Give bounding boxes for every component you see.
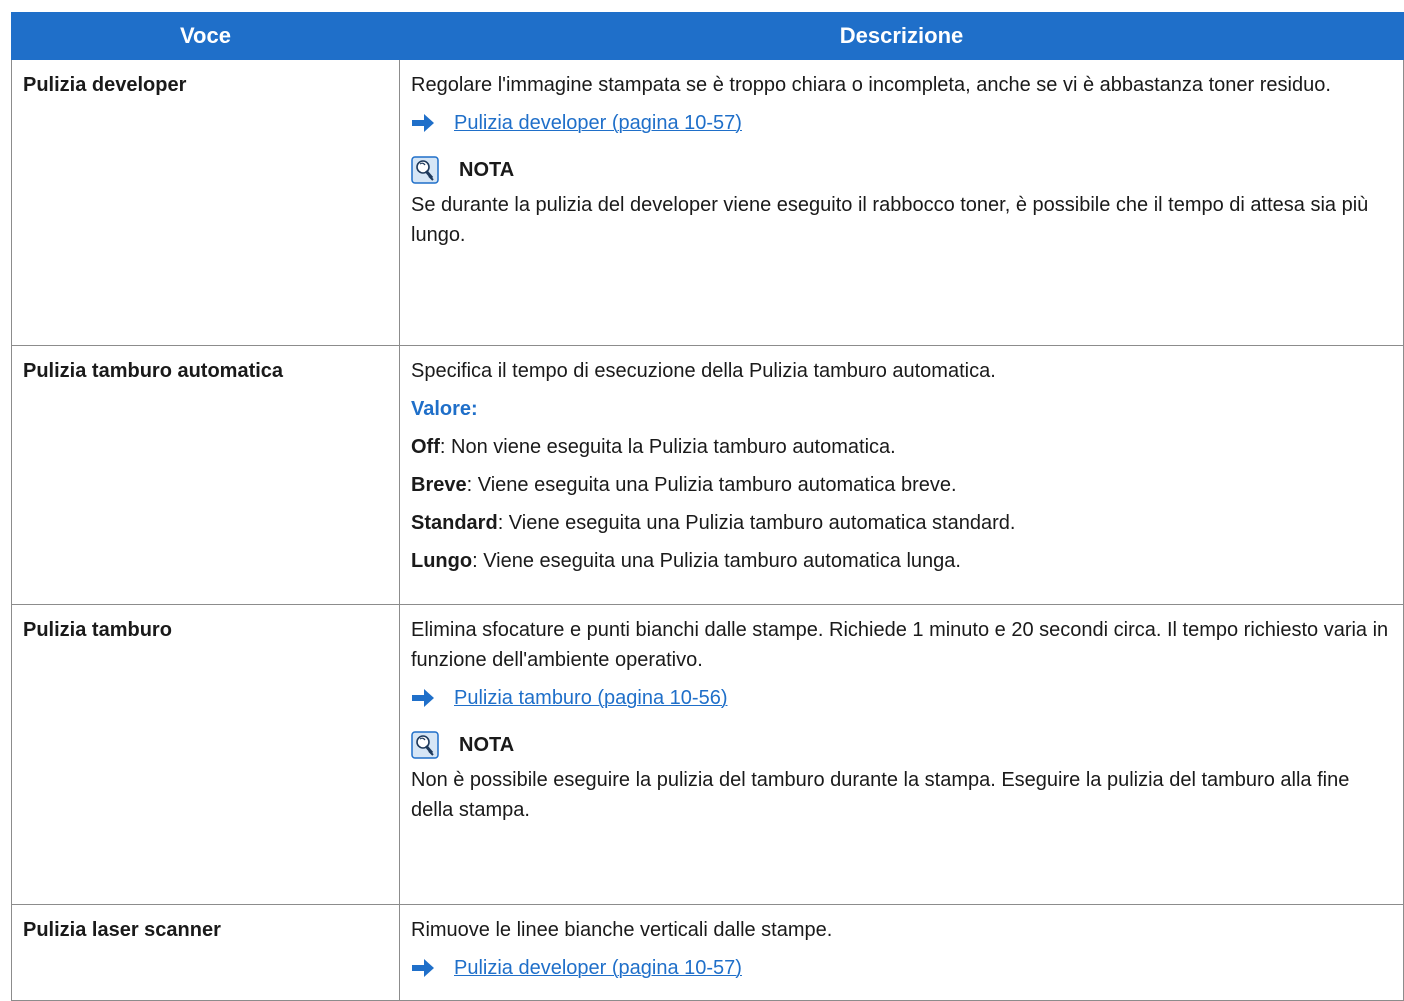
item-description: Rimuove le linee bianche verticali dalle… xyxy=(399,904,1404,1001)
note-bulb-icon xyxy=(411,156,439,184)
value-option: Breve: Viene eseguita una Pulizia tambur… xyxy=(411,470,1393,500)
item-name: Pulizia tamburo automatica xyxy=(11,345,400,605)
reference-link[interactable]: Pulizia tamburo (pagina 10-56) xyxy=(454,683,728,713)
settings-table: Voce Descrizione Pulizia developer Regol… xyxy=(11,12,1404,1001)
header-descrizione: Descrizione xyxy=(399,12,1404,60)
reference-line: Pulizia developer (pagina 10-57) xyxy=(411,953,1393,983)
value-key: Breve xyxy=(411,474,467,496)
table-row: Pulizia tamburo automatica Specifica il … xyxy=(11,345,1404,605)
item-name: Pulizia developer xyxy=(11,59,400,346)
description-text: Specifica il tempo di esecuzione della P… xyxy=(411,360,996,382)
note-text: Non è possibile eseguire la pulizia del … xyxy=(411,769,1350,821)
value-option: Standard: Viene eseguita una Pulizia tam… xyxy=(411,508,1393,538)
arrow-right-icon xyxy=(412,959,434,977)
note-bulb-icon xyxy=(411,731,439,759)
reference-line: Pulizia tamburo (pagina 10-56) xyxy=(411,683,1393,713)
item-name: Pulizia tamburo xyxy=(11,604,400,905)
arrow-right-icon xyxy=(412,689,434,707)
arrow-right-icon xyxy=(412,114,434,132)
item-name: Pulizia laser scanner xyxy=(11,904,400,1001)
table-row: Pulizia laser scanner Rimuove le linee b… xyxy=(11,904,1404,1001)
description-text: Rimuove le linee bianche verticali dalle… xyxy=(411,919,833,941)
value-key: Off xyxy=(411,436,440,458)
item-description: Specifica il tempo di esecuzione della P… xyxy=(399,345,1404,605)
value-option: Off: Non viene eseguita la Pulizia tambu… xyxy=(411,432,1393,462)
value-option: Lungo: Viene eseguita una Pulizia tambur… xyxy=(411,546,1393,576)
table-row: Pulizia tamburo Elimina sfocature e punt… xyxy=(11,604,1404,905)
header-voce: Voce xyxy=(11,12,400,60)
reference-link[interactable]: Pulizia developer (pagina 10-57) xyxy=(454,953,742,983)
reference-line: Pulizia developer (pagina 10-57) xyxy=(411,108,1393,138)
item-description: Regolare l'immagine stampata se è troppo… xyxy=(399,59,1404,346)
item-description: Elimina sfocature e punti bianchi dalle … xyxy=(399,604,1404,905)
value-desc: : Non viene eseguita la Pulizia tamburo … xyxy=(439,436,896,458)
value-key: Lungo xyxy=(411,550,473,572)
note-header: NOTA xyxy=(411,154,1393,186)
reference-link[interactable]: Pulizia developer (pagina 10-57) xyxy=(454,108,742,138)
note-label: NOTA xyxy=(459,734,515,756)
values-heading: Valore: xyxy=(411,398,478,420)
value-desc: : Viene eseguita una Pulizia tamburo aut… xyxy=(497,512,1016,534)
table-header-row: Voce Descrizione xyxy=(11,12,1404,60)
note-header: NOTA xyxy=(411,729,1393,761)
description-text: Regolare l'immagine stampata se è troppo… xyxy=(411,74,1331,96)
value-key: Standard xyxy=(411,512,498,534)
value-desc: : Viene eseguita una Pulizia tamburo aut… xyxy=(466,474,957,496)
table-row: Pulizia developer Regolare l'immagine st… xyxy=(11,59,1404,346)
note-label: NOTA xyxy=(459,159,515,181)
note-text: Se durante la pulizia del developer vien… xyxy=(411,194,1369,246)
description-text: Elimina sfocature e punti bianchi dalle … xyxy=(411,619,1389,671)
value-desc: : Viene eseguita una Pulizia tamburo aut… xyxy=(472,550,961,572)
